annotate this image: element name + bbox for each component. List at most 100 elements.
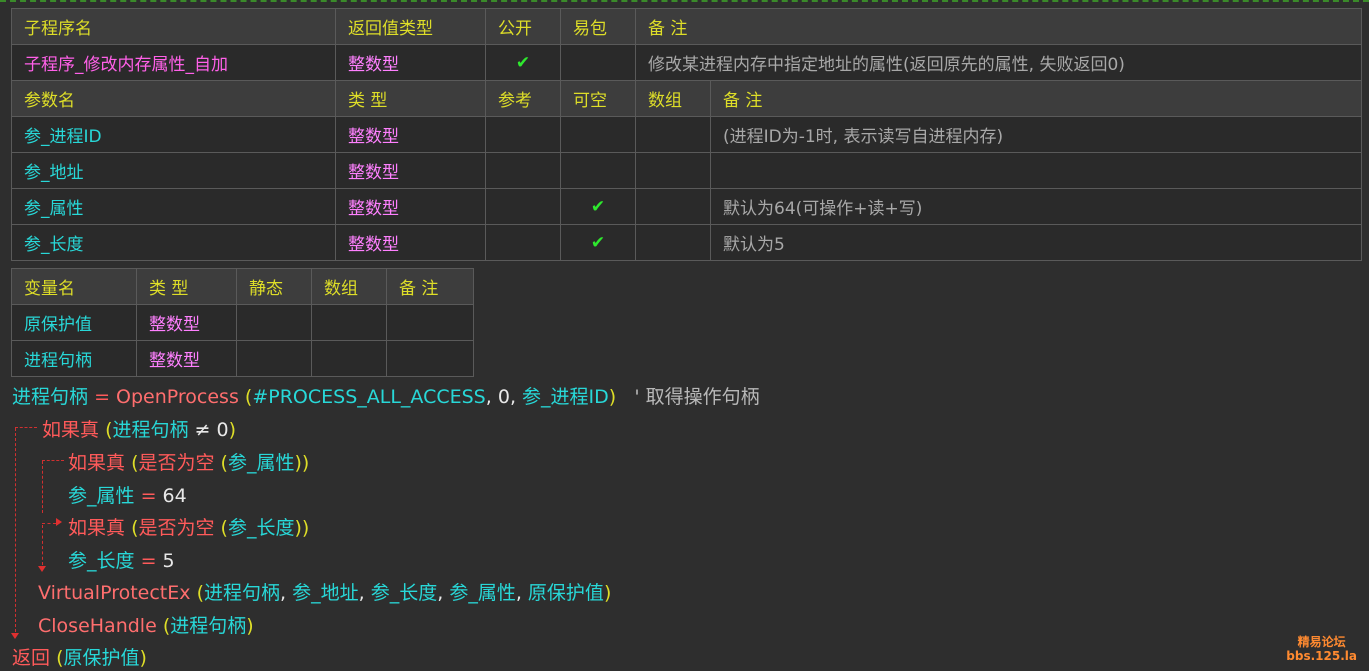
code-variable[interactable]: 进程句柄 xyxy=(112,419,188,441)
header-var-remark: 备 注 xyxy=(386,268,474,305)
nullable-check-icon[interactable]: ✔ xyxy=(560,224,636,261)
code-argument[interactable]: 原保护值 xyxy=(63,647,139,669)
param-nullable[interactable] xyxy=(560,116,636,153)
var-remark[interactable] xyxy=(386,340,474,377)
subroutine-remark[interactable]: 修改某进程内存中指定地址的属性(返回原先的属性, 失败返回0) xyxy=(635,44,1362,81)
var-type[interactable]: 整数型 xyxy=(136,340,237,377)
param-remark[interactable]: 默认为64(可操作+读+写) xyxy=(710,188,1362,225)
separator: , xyxy=(515,582,522,604)
code-line-1[interactable]: 进程句柄 = OpenProcess (#PROCESS_ALL_ACCESS,… xyxy=(12,382,760,409)
param-array[interactable] xyxy=(635,224,711,261)
var-name[interactable]: 进程句柄 xyxy=(11,340,137,377)
paren: ( xyxy=(220,517,228,539)
code-argument[interactable]: 参_进程ID xyxy=(522,386,609,408)
var-type[interactable]: 整数型 xyxy=(136,304,237,341)
outer-flow-guide-top xyxy=(15,427,37,428)
param-name[interactable]: 参_长度 xyxy=(11,224,336,261)
variable-row[interactable]: 原保护值 整数型 xyxy=(11,304,474,341)
flow-arrow-icon xyxy=(56,518,62,526)
code-variable[interactable]: 进程句柄 xyxy=(12,386,88,408)
var-static[interactable] xyxy=(236,340,312,377)
param-row[interactable]: 参_属性 整数型 ✔ 默认为64(可操作+读+写) xyxy=(11,188,1362,225)
param-array[interactable] xyxy=(635,116,711,153)
code-line-2[interactable]: 如果真 (进程句柄 ≠ 0) xyxy=(42,415,236,442)
assign-operator: = xyxy=(140,485,157,507)
code-line-7[interactable]: VirtualProtectEx (进程句柄, 参_地址, 参_长度, 参_属性… xyxy=(38,578,611,605)
param-name[interactable]: 参_进程ID xyxy=(11,116,336,153)
code-variable[interactable]: 参_属性 xyxy=(68,485,135,507)
code-argument[interactable]: 参_属性 xyxy=(228,452,295,474)
header-sub-name: 子程序名 xyxy=(11,8,336,45)
code-line-3[interactable]: 如果真 (是否为空 (参_属性)) xyxy=(68,448,309,475)
param-ref[interactable] xyxy=(485,152,561,189)
keyword[interactable]: 如果真 xyxy=(42,419,99,441)
code-argument[interactable]: 进程句柄 xyxy=(204,582,280,604)
code-line-6[interactable]: 参_长度 = 5 xyxy=(68,546,175,573)
code-argument[interactable]: 参_地址 xyxy=(292,582,359,604)
subroutine-return-type[interactable]: 整数型 xyxy=(335,44,486,81)
param-name[interactable]: 参_地址 xyxy=(11,152,336,189)
number-literal: 0 xyxy=(216,419,229,441)
header-param-remark: 备 注 xyxy=(710,80,1362,117)
code-argument[interactable]: 参_长度 xyxy=(228,517,295,539)
constant[interactable]: #PROCESS_ALL_ACCESS xyxy=(252,386,485,408)
function-name[interactable]: VirtualProtectEx xyxy=(38,582,191,604)
param-nullable[interactable] xyxy=(560,152,636,189)
var-remark[interactable] xyxy=(386,304,474,341)
code-variable[interactable]: 参_长度 xyxy=(68,550,135,572)
param-row[interactable]: 参_进程ID 整数型 (进程ID为-1时, 表示读写自进程内存) xyxy=(11,116,1362,153)
code-argument[interactable]: 进程句柄 xyxy=(170,615,246,637)
inner-flow-guide-1 xyxy=(42,461,43,513)
header-return-type: 返回值类型 xyxy=(335,8,486,45)
code-argument[interactable]: 参_长度 xyxy=(371,582,438,604)
function-name[interactable]: OpenProcess xyxy=(116,386,239,408)
watermark-url: bbs.125.la xyxy=(1286,649,1357,663)
param-remark[interactable] xyxy=(710,152,1362,189)
header-param-nullable: 可空 xyxy=(560,80,636,117)
var-name[interactable]: 原保护值 xyxy=(11,304,137,341)
param-name[interactable]: 参_属性 xyxy=(11,188,336,225)
code-line-8[interactable]: CloseHandle (进程句柄) xyxy=(38,611,254,638)
nullable-check-icon[interactable]: ✔ xyxy=(560,188,636,225)
code-argument[interactable]: 原保护值 xyxy=(528,582,604,604)
number-literal: 64 xyxy=(162,485,187,507)
header-param-name: 参数名 xyxy=(11,80,336,117)
inner-flow-guide-1-bottom xyxy=(42,523,56,524)
param-array[interactable] xyxy=(635,152,711,189)
param-ref[interactable] xyxy=(485,224,561,261)
var-array[interactable] xyxy=(311,304,387,341)
function-name[interactable]: 是否为空 xyxy=(138,517,214,539)
param-header-row: 参数名 类 型 参考 可空 数组 备 注 xyxy=(11,80,1362,117)
subroutine-name[interactable]: 子程序_修改内存属性_自加 xyxy=(11,44,336,81)
param-ref[interactable] xyxy=(485,188,561,225)
header-var-static: 静态 xyxy=(236,268,312,305)
param-type[interactable]: 整数型 xyxy=(335,188,486,225)
param-type[interactable]: 整数型 xyxy=(335,152,486,189)
variable-row[interactable]: 进程句柄 整数型 xyxy=(11,340,474,377)
subroutine-row[interactable]: 子程序_修改内存属性_自加 整数型 ✔ 修改某进程内存中指定地址的属性(返回原先… xyxy=(11,44,1362,81)
code-line-9[interactable]: 返回 (原保护值) xyxy=(12,643,147,670)
paren: ) xyxy=(608,386,617,408)
easy-package-cell[interactable] xyxy=(560,44,636,81)
param-row[interactable]: 参_地址 整数型 xyxy=(11,152,1362,189)
code-line-4[interactable]: 参_属性 = 64 xyxy=(68,481,187,508)
keyword[interactable]: 如果真 xyxy=(68,452,125,474)
code-line-5[interactable]: 如果真 (是否为空 (参_长度)) xyxy=(68,513,309,540)
var-array[interactable] xyxy=(311,340,387,377)
public-check-icon[interactable]: ✔ xyxy=(485,44,561,81)
param-type[interactable]: 整数型 xyxy=(335,224,486,261)
param-type[interactable]: 整数型 xyxy=(335,116,486,153)
param-row[interactable]: 参_长度 整数型 ✔ 默认为5 xyxy=(11,224,1362,261)
param-remark[interactable]: (进程ID为-1时, 表示读写自进程内存) xyxy=(710,116,1362,153)
function-name[interactable]: 是否为空 xyxy=(138,452,214,474)
assign-operator: = xyxy=(94,386,110,408)
code-argument[interactable]: 参_属性 xyxy=(449,582,516,604)
function-name[interactable]: CloseHandle xyxy=(38,615,157,637)
keyword[interactable]: 如果真 xyxy=(68,517,125,539)
var-static[interactable] xyxy=(236,304,312,341)
param-ref[interactable] xyxy=(485,116,561,153)
param-array[interactable] xyxy=(635,188,711,225)
header-easy-package: 易包 xyxy=(560,8,636,45)
keyword[interactable]: 返回 xyxy=(12,647,50,669)
param-remark[interactable]: 默认为5 xyxy=(710,224,1362,261)
